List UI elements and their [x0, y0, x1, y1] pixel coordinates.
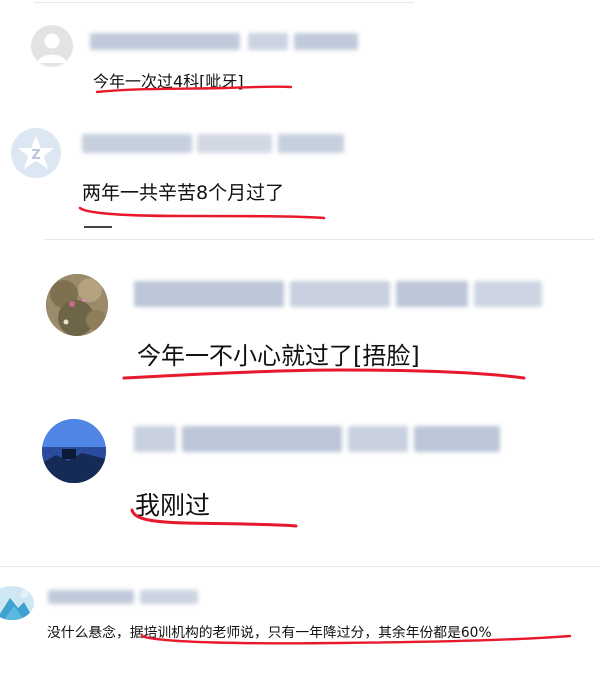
username[interactable]	[134, 281, 542, 307]
username[interactable]	[82, 134, 344, 153]
highlight-underline	[130, 508, 298, 528]
username[interactable]	[134, 426, 500, 452]
mountain-photo-icon[interactable]	[0, 586, 34, 620]
divider-top	[34, 2, 414, 3]
divider-3	[0, 566, 600, 567]
comment-text: 两年一共辛苦8个月过了	[82, 182, 285, 204]
divider-2	[44, 239, 594, 240]
username[interactable]	[90, 33, 358, 50]
highlight-underline	[122, 368, 526, 380]
username[interactable]	[48, 590, 198, 604]
night-sky-photo-icon[interactable]	[42, 419, 106, 483]
landscape-photo-icon[interactable]	[46, 274, 108, 336]
logo-badge-icon[interactable]: Z	[11, 128, 61, 178]
highlight-underline	[140, 634, 572, 645]
svg-text:Z: Z	[31, 148, 40, 163]
default-user-icon[interactable]	[31, 25, 73, 67]
clipped-text-fragment	[84, 225, 114, 229]
highlight-underline	[95, 85, 293, 94]
highlight-underline	[78, 206, 326, 220]
